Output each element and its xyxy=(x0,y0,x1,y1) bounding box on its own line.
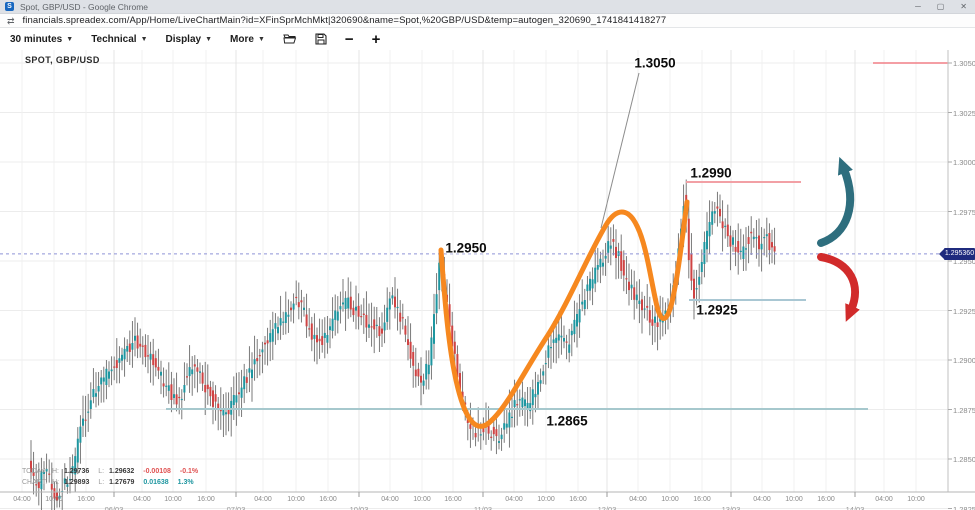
time-axis-label: 16:00 xyxy=(817,496,835,503)
date-axis-label: 07/03 xyxy=(227,505,246,510)
minimize-icon[interactable]: ─ xyxy=(915,0,921,14)
favicon-letter: S xyxy=(7,2,12,11)
price-axis-label: 1.30000 xyxy=(953,158,975,167)
ohlc-legend: TODAY: H: 1.29736 L: 1.29632 -0.00108 -0… xyxy=(22,466,205,488)
time-axis-label: 16:00 xyxy=(693,496,711,503)
chart-area: SPOT, GBP/USD 1.30500 1.30250 1.30000 1.297… xyxy=(0,50,975,510)
date-axis-label: 13/03 xyxy=(722,505,741,510)
price-axis-label: 1.29250 xyxy=(953,307,975,316)
price-axis-label: 1.28250 xyxy=(953,505,975,510)
legend-chart-label: CHART: xyxy=(22,479,47,486)
time-axis-label: 04:00 xyxy=(254,496,272,503)
save-icon[interactable] xyxy=(315,33,327,45)
legend-today-row: TODAY: H: 1.29736 L: 1.29632 -0.00108 -0… xyxy=(22,466,205,477)
technical-label: Technical xyxy=(91,34,136,45)
time-axis-label: 10:00 xyxy=(907,496,925,503)
time-axis-label: 10:00 xyxy=(413,496,431,503)
close-icon[interactable]: ✕ xyxy=(960,0,967,14)
more-label: More xyxy=(230,34,254,45)
app-favicon: S xyxy=(5,2,14,11)
time-axis-label: 10:00 xyxy=(785,496,803,503)
chevron-down-icon: ▼ xyxy=(66,36,73,43)
time-axis-label: 16:00 xyxy=(319,496,337,503)
chart-toolbar: 30 minutes ▼ Technical ▼ Display ▼ More … xyxy=(0,28,975,50)
time-axis-label: 10:00 xyxy=(537,496,555,503)
time-axis-label: 04:00 xyxy=(381,496,399,503)
chevron-down-icon: ▼ xyxy=(205,36,212,43)
current-price-tag: 1.295360 xyxy=(944,248,975,260)
chart-plot[interactable] xyxy=(0,50,975,510)
maximize-icon[interactable]: ▢ xyxy=(937,0,945,14)
more-dropdown[interactable]: More ▼ xyxy=(230,34,265,45)
url-bar[interactable]: ⇄ financials.spreadex.com/App/Home/LiveC… xyxy=(0,14,975,28)
date-axis-label: 06/03 xyxy=(105,505,124,510)
legend-today-label: TODAY: xyxy=(22,468,47,475)
time-axis-label: 04:00 xyxy=(753,496,771,503)
time-axis-label: 04:00 xyxy=(505,496,523,503)
symbol-title: SPOT, GBP/USD xyxy=(25,55,100,65)
date-axis-label: 10/03 xyxy=(350,505,369,510)
date-axis-label: 11/03 xyxy=(474,505,492,510)
zoom-in-button[interactable]: + xyxy=(372,32,381,47)
annotation-label-1.2950: 1.2950 xyxy=(445,241,486,256)
window-title: Spot, GBP/USD - Google Chrome xyxy=(20,2,148,12)
legend-chart-row: CHART: H: 1.29893 L: 1.27679 0.01638 1.3… xyxy=(22,477,205,488)
today-low-value: 1.29632 xyxy=(109,468,134,475)
time-axis-label: 16:00 xyxy=(569,496,587,503)
price-axis-label: 1.28750 xyxy=(953,406,975,415)
interval-dropdown[interactable]: 30 minutes ▼ xyxy=(10,34,73,45)
time-axis-label: 04:00 xyxy=(133,496,151,503)
display-dropdown[interactable]: Display ▼ xyxy=(166,34,213,45)
time-axis-label: 04:00 xyxy=(13,496,31,503)
today-high-value: 1.29736 xyxy=(64,468,89,475)
price-axis-label: 1.29000 xyxy=(953,356,975,365)
time-axis-label: 10:00 xyxy=(164,496,182,503)
popup-tab-icon: ⇄ xyxy=(7,15,15,27)
chart-change-value: 0.01638 xyxy=(143,479,168,486)
legend-low-label: L: xyxy=(98,468,104,475)
date-axis-label: 12/03 xyxy=(598,505,617,510)
window-controls: ─ ▢ ✕ xyxy=(915,0,967,14)
plus-icon: + xyxy=(372,32,381,47)
bullish-arrow xyxy=(821,169,850,243)
url-text[interactable]: financials.spreadex.com/App/Home/LiveCha… xyxy=(23,15,667,26)
chevron-down-icon: ▼ xyxy=(141,36,148,43)
today-change-pct: -0.1% xyxy=(180,468,198,475)
time-axis-label: 04:00 xyxy=(875,496,893,503)
time-axis-label: 16:00 xyxy=(77,496,95,503)
legend-low-label: L: xyxy=(98,479,104,486)
minus-icon: − xyxy=(345,32,354,47)
time-axis-label: 10:00 xyxy=(287,496,305,503)
display-label: Display xyxy=(166,34,202,45)
interval-label: 30 minutes xyxy=(10,34,62,45)
time-axis-label: 04:00 xyxy=(629,496,647,503)
annotation-label-1.3050: 1.3050 xyxy=(634,56,675,71)
time-axis-label: 10:00 xyxy=(661,496,679,503)
zoom-out-button[interactable]: − xyxy=(345,32,354,47)
date-axis-label: 14/03 xyxy=(846,505,865,510)
technical-dropdown[interactable]: Technical ▼ xyxy=(91,34,147,45)
chevron-down-icon: ▼ xyxy=(258,36,265,43)
annotation-label-1.2925: 1.2925 xyxy=(696,303,737,318)
price-axis-label: 1.30500 xyxy=(953,59,975,68)
open-folder-icon[interactable] xyxy=(283,33,297,45)
chart-change-pct: 1.3% xyxy=(178,479,194,486)
price-axis-label: 1.29750 xyxy=(953,208,975,217)
time-axis-label: 16:00 xyxy=(197,496,215,503)
annotation-label-1.2990: 1.2990 xyxy=(690,166,731,181)
price-axis-label: 1.28500 xyxy=(953,455,975,464)
time-axis-label: 16:00 xyxy=(444,496,462,503)
price-axis-label: 1.30250 xyxy=(953,109,975,118)
today-change-value: -0.00108 xyxy=(143,468,171,475)
chart-low-value: 1.27679 xyxy=(109,479,134,486)
time-axis-label: 10:00 xyxy=(45,496,63,503)
annotation-label-1.2865: 1.2865 xyxy=(546,414,587,429)
window-titlebar: S Spot, GBP/USD - Google Chrome ─ ▢ ✕ xyxy=(0,0,975,14)
chart-high-value: 1.29893 xyxy=(64,479,89,486)
legend-high-label: H: xyxy=(52,468,59,475)
legend-high-label: H: xyxy=(52,479,59,486)
